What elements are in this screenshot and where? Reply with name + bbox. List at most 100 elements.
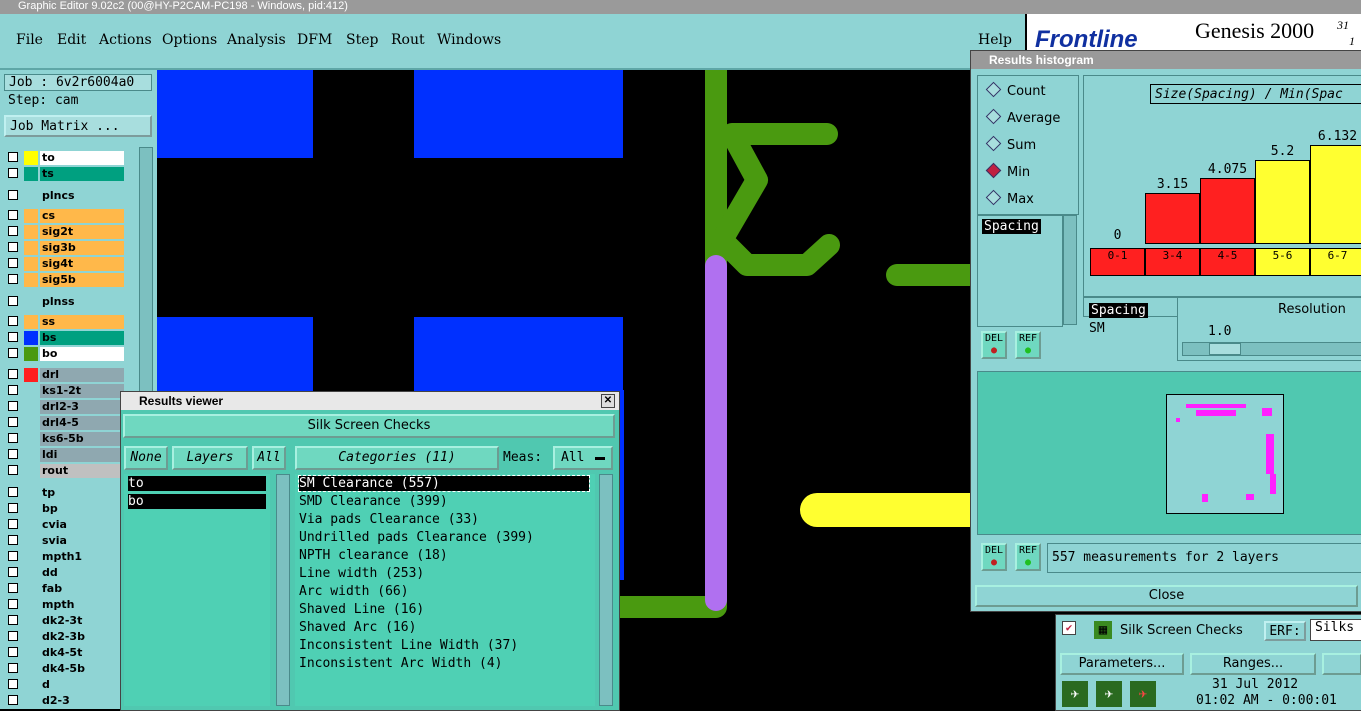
ranges-button[interactable]: Ranges... xyxy=(1190,653,1316,675)
menu-analysis[interactable]: Analysis xyxy=(227,32,286,48)
menu-windows[interactable]: Windows xyxy=(437,32,501,48)
layer-results-scrollbar[interactable] xyxy=(276,474,290,706)
category-item[interactable]: Arc width (66) xyxy=(299,584,409,599)
mode-radio-sum[interactable]: Sum xyxy=(985,135,1036,153)
layer-row-d[interactable]: d xyxy=(8,678,124,692)
stop-icon[interactable]: ✈ xyxy=(1130,681,1156,707)
menu-file[interactable]: File xyxy=(16,32,43,48)
categories-button[interactable]: Categories (11) xyxy=(295,446,499,470)
layer-checkbox[interactable] xyxy=(8,465,18,475)
layer-checkbox[interactable] xyxy=(8,663,18,673)
minimap[interactable] xyxy=(1166,394,1284,514)
histogram-bar[interactable] xyxy=(1255,160,1310,244)
results-viewer-titlebar[interactable]: Results viewer ✕ xyxy=(121,392,619,410)
layer-row-sig4t[interactable]: sig4t xyxy=(8,257,124,271)
layer-row-bs[interactable]: bs xyxy=(8,331,124,345)
ref-button-2[interactable]: REF ● xyxy=(1015,543,1041,571)
run-selected-icon[interactable]: ✈ xyxy=(1096,681,1122,707)
histogram-bar[interactable] xyxy=(1200,178,1255,244)
close-icon[interactable]: ✕ xyxy=(601,394,615,408)
menu-help[interactable]: Help xyxy=(978,32,1012,48)
close-button[interactable]: Close xyxy=(975,585,1358,607)
layers-button[interactable]: Layers xyxy=(172,446,248,470)
slider-thumb[interactable] xyxy=(1209,343,1241,355)
layer-row-dd[interactable]: dd xyxy=(8,566,124,580)
measure-list[interactable]: Spacing xyxy=(977,215,1063,327)
category-item[interactable]: NPTH clearance (18) xyxy=(299,548,448,563)
run-icon[interactable]: ✈ xyxy=(1062,681,1088,707)
layer-checkbox[interactable] xyxy=(8,535,18,545)
category-item[interactable]: Undrilled pads Clearance (399) xyxy=(299,530,534,545)
layer-checkbox[interactable] xyxy=(8,332,18,342)
category-item[interactable]: SM Clearance (557) xyxy=(298,475,590,492)
mode-radio-count[interactable]: Count xyxy=(985,81,1046,99)
layer-checkbox[interactable] xyxy=(8,449,18,459)
measure-scrollbar[interactable] xyxy=(1063,215,1077,325)
layer-row-fab[interactable]: fab xyxy=(8,582,124,596)
menu-edit[interactable]: Edit xyxy=(57,32,86,48)
layer-row-to[interactable]: to xyxy=(8,151,124,165)
layer-row-ldi[interactable]: ldi xyxy=(8,448,124,462)
layer-results-list[interactable]: to bo xyxy=(124,474,270,706)
layer-row-ks6-5b[interactable]: ks6-5b xyxy=(8,432,124,446)
histogram-titlebar[interactable]: Results histogram xyxy=(971,51,1361,69)
menu-rout[interactable]: Rout xyxy=(391,32,425,48)
layer-row-drl2-3[interactable]: drl2-3 xyxy=(8,400,124,414)
mode-radio-average[interactable]: Average xyxy=(985,108,1060,126)
layer-row-mpth1[interactable]: mpth1 xyxy=(8,550,124,564)
layer-checkbox[interactable] xyxy=(8,226,18,236)
layer-checkbox[interactable] xyxy=(8,296,18,306)
checkbox-icon[interactable]: ✔ xyxy=(1062,621,1076,635)
layer-checkbox[interactable] xyxy=(8,210,18,220)
layer-row-drl4-5[interactable]: drl4-5 xyxy=(8,416,124,430)
layer-row-tp[interactable]: tp xyxy=(8,486,124,500)
layer-checkbox[interactable] xyxy=(8,401,18,411)
layer-checkbox[interactable] xyxy=(8,647,18,657)
layer-checkbox[interactable] xyxy=(8,695,18,705)
layer-row-cvia[interactable]: cvia xyxy=(8,518,124,532)
mode-radio-max[interactable]: Max xyxy=(985,189,1034,207)
menu-actions[interactable]: Actions xyxy=(99,32,152,48)
sel-spacing[interactable]: Spacing xyxy=(1089,303,1148,318)
layer-checkbox[interactable] xyxy=(8,242,18,252)
layer-row-cs[interactable]: cs xyxy=(8,209,124,223)
layer-row-ss[interactable]: ss xyxy=(8,315,124,329)
layer-checkbox[interactable] xyxy=(8,369,18,379)
menu-dfm[interactable]: DFM xyxy=(297,32,332,48)
meas-select[interactable]: All xyxy=(553,446,613,470)
layer-checkbox[interactable] xyxy=(8,503,18,513)
layer-checkbox[interactable] xyxy=(8,631,18,641)
ref-button[interactable]: REF ● xyxy=(1015,331,1041,359)
category-item[interactable]: Inconsistent Line Width (37) xyxy=(299,638,518,653)
layer-row-drl[interactable]: drl xyxy=(8,368,124,382)
resolution-slider[interactable] xyxy=(1182,342,1361,356)
menu-options[interactable]: Options xyxy=(162,32,217,48)
layer-checkbox[interactable] xyxy=(8,168,18,178)
category-item[interactable]: Shaved Arc (16) xyxy=(299,620,416,635)
histogram-bar[interactable] xyxy=(1310,145,1361,244)
layer-checkbox[interactable] xyxy=(8,190,18,200)
layer-checkbox[interactable] xyxy=(8,519,18,529)
mode-radio-min[interactable]: Min xyxy=(985,162,1030,180)
layer-row-ks1-2t[interactable]: ks1-2t xyxy=(8,384,124,398)
layer-row-sig2t[interactable]: sig2t xyxy=(8,225,124,239)
layer-row-dk2-3b[interactable]: dk2-3b xyxy=(8,630,124,644)
layer-checkbox[interactable] xyxy=(8,433,18,443)
list-item[interactable]: bo xyxy=(128,494,266,509)
layer-checkbox[interactable] xyxy=(8,274,18,284)
layer-row-rout[interactable]: rout xyxy=(8,464,124,478)
layer-row-dk2-3t[interactable]: dk2-3t xyxy=(8,614,124,628)
layer-checkbox[interactable] xyxy=(8,385,18,395)
layer-checkbox[interactable] xyxy=(8,679,18,689)
none-button[interactable]: None xyxy=(124,446,168,470)
list-item[interactable]: to xyxy=(128,476,266,491)
layer-row-bo[interactable]: bo xyxy=(8,347,124,361)
category-item[interactable]: Inconsistent Arc Width (4) xyxy=(299,656,503,671)
layer-row-d2-3[interactable]: d2-3 xyxy=(8,694,124,708)
layer-checkbox[interactable] xyxy=(8,487,18,497)
category-list[interactable]: SM Clearance (557) SMD Clearance (399) Via… xyxy=(295,474,595,706)
del-button-2[interactable]: DEL ● xyxy=(981,543,1007,571)
category-item[interactable]: SMD Clearance (399) xyxy=(299,494,448,509)
menu-step[interactable]: Step xyxy=(346,32,378,48)
layer-row-dk4-5t[interactable]: dk4-5t xyxy=(8,646,124,660)
